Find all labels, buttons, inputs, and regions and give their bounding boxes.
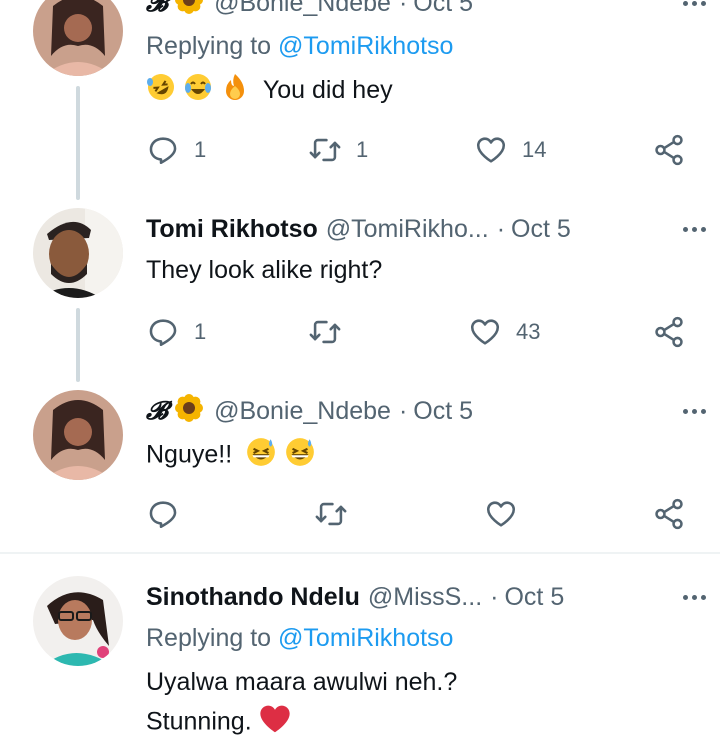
separator: · [496, 214, 506, 243]
more-options-icon[interactable] [674, 394, 714, 428]
share-icon [655, 498, 683, 530]
reply-icon [149, 137, 177, 165]
name-prefix: 𝓑 [146, 0, 169, 17]
like-count: 14 [522, 137, 547, 162]
tweet-date[interactable]: Oct 5 [413, 0, 473, 18]
retweet-button[interactable] [308, 312, 356, 352]
handle[interactable]: @TomiRikho... [326, 215, 489, 244]
sunflower-icon [174, 0, 204, 22]
like-count: 43 [516, 319, 541, 344]
tweet-text: Uyalwa maara awulwi neh.? Stunning. [146, 666, 457, 742]
action-bar: 1 43 [146, 312, 696, 352]
rofl-emoji [146, 72, 176, 110]
action-bar: 1 1 14 [146, 130, 696, 170]
reply-icon [149, 319, 177, 347]
tweet-date[interactable]: Oct 5 [511, 215, 571, 244]
share-icon [655, 134, 683, 166]
replying-to-mention[interactable]: @TomiRikhotso [278, 624, 453, 652]
heart-icon [470, 319, 500, 345]
like-button[interactable]: 14 [474, 130, 546, 170]
display-name[interactable]: Tomi Rikhotso [146, 215, 318, 244]
replying-to: Replying to @TomiRikhotso [146, 624, 453, 653]
like-button[interactable]: 43 [468, 312, 540, 352]
tweet-header: 𝓑 @Bonie_Ndebe · Oct 5 [146, 393, 690, 430]
red-heart-emoji [259, 704, 291, 742]
sweat-smile-emoji [284, 436, 316, 476]
retweet-button[interactable]: 1 [308, 130, 368, 170]
tweet-header: Sinothando Ndelu @MissS... · Oct 5 [146, 580, 690, 614]
share-button[interactable] [652, 312, 686, 352]
action-bar [146, 494, 696, 534]
avatar-tomi[interactable] [33, 208, 123, 298]
joy-emoji [183, 72, 213, 110]
retweet-button[interactable] [314, 494, 348, 534]
tweet-4[interactable]: Sinothando Ndelu @MissS... · Oct 5 Reply… [0, 554, 720, 752]
tweet-body-line-1: Uyalwa maara awulwi neh.? [146, 668, 458, 696]
more-options-icon[interactable] [674, 212, 714, 246]
more-options-icon[interactable] [674, 580, 714, 614]
handle[interactable]: @Bonie_Ndebe [214, 0, 391, 18]
heart-icon [476, 137, 506, 163]
thread-line [76, 308, 80, 382]
avatar-sinothando[interactable] [33, 576, 123, 666]
retweet-icon [315, 502, 347, 526]
separator: · [490, 582, 499, 611]
tweet-text: They look alike right? [146, 254, 382, 286]
separator: · [398, 0, 408, 17]
share-icon [655, 316, 683, 348]
tweet-header: Tomi Rikhotso @TomiRikho... · Oct 5 [146, 212, 690, 246]
tweet-header: 𝓑 @Bonie_Ndebe · Oct 5 [146, 0, 690, 20]
fire-emoji [220, 72, 250, 110]
share-button[interactable] [652, 130, 686, 170]
tweet-text: You did hey [146, 72, 393, 110]
tweet-body: They look alike right? [146, 256, 383, 284]
sweat-smile-emoji [245, 436, 277, 476]
tweet-1[interactable]: 𝓑 @Bonie_Ndebe · Oct 5 Replying to @Tomi… [0, 0, 720, 200]
more-options-icon[interactable] [674, 0, 714, 20]
reply-button[interactable] [146, 494, 180, 534]
tweet-text: Nguye!! [146, 436, 316, 476]
tweet-body: You did hey [262, 75, 393, 104]
reply-icon [149, 501, 177, 529]
name-prefix: 𝓑 [146, 396, 169, 425]
handle[interactable]: @Bonie_Ndebe [214, 397, 391, 426]
replying-to-label: Replying to [146, 624, 272, 652]
tweet-date[interactable]: Oct 5 [504, 583, 564, 612]
retweet-icon [309, 320, 341, 344]
tweet-3[interactable]: 𝓑 @Bonie_Ndebe · Oct 5 Nguye!! [0, 382, 720, 550]
tweet-body-line-2: Stunning. [146, 707, 252, 736]
retweet-count: 1 [356, 137, 369, 162]
like-button[interactable] [484, 494, 518, 534]
reply-count: 1 [194, 137, 207, 162]
reply-button[interactable]: 1 [146, 130, 206, 170]
sunflower-icon [174, 393, 204, 430]
tweet-date[interactable]: Oct 5 [413, 397, 473, 426]
thread-line [76, 86, 80, 200]
heart-icon [486, 501, 516, 527]
replying-to: Replying to @TomiRikhotso [146, 32, 453, 61]
share-button[interactable] [652, 494, 686, 534]
reply-count: 1 [194, 319, 207, 344]
tweet-2[interactable]: Tomi Rikhotso @TomiRikho... · Oct 5 They… [0, 200, 720, 382]
avatar-bonie[interactable] [33, 0, 123, 76]
reply-button[interactable]: 1 [146, 312, 206, 352]
retweet-icon [309, 138, 341, 162]
replying-to-mention[interactable]: @TomiRikhotso [278, 32, 453, 60]
replying-to-label: Replying to [146, 32, 272, 60]
handle[interactable]: @MissS... [368, 583, 482, 612]
avatar-bonie[interactable] [33, 390, 123, 480]
separator: · [398, 396, 408, 425]
tweet-body: Nguye!! [146, 440, 233, 469]
display-name[interactable]: Sinothando Ndelu [146, 583, 360, 612]
